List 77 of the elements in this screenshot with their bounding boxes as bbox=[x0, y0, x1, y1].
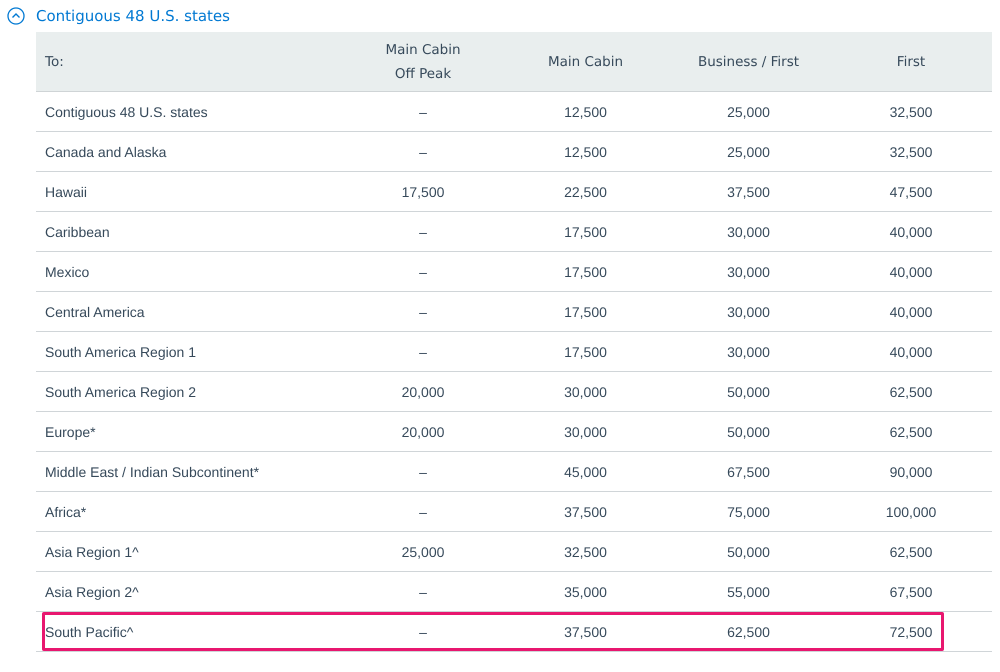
table-cell-text: 25,000 bbox=[726, 102, 771, 122]
table-cell-text: 22,500 bbox=[563, 182, 608, 202]
table-cell-text: 62,500 bbox=[888, 542, 934, 562]
chevron-up-circle-icon bbox=[7, 7, 25, 25]
column-header: Business / First bbox=[696, 52, 800, 72]
table-cell-text: Caribbean bbox=[44, 222, 111, 242]
table-cell-text: – bbox=[418, 302, 428, 322]
table-cell-text: 30,000 bbox=[726, 342, 771, 362]
column-header: Main Cabin Off Peak bbox=[384, 40, 462, 84]
table-cell-text: 30,000 bbox=[726, 302, 771, 322]
table-cell-text: Africa* bbox=[44, 502, 88, 522]
table-cell-text: 37,500 bbox=[726, 182, 771, 202]
table-cell-text: 17,500 bbox=[563, 302, 608, 322]
table-cell-text: – bbox=[418, 622, 428, 642]
table-cell-text: 40,000 bbox=[888, 302, 934, 322]
table-cell-text: – bbox=[418, 222, 428, 242]
column-header: First bbox=[896, 52, 926, 72]
table-cell-text: 45,000 bbox=[563, 462, 608, 482]
table-cell-text: 17,500 bbox=[400, 182, 446, 202]
table-cell-text: South America Region 2 bbox=[44, 382, 197, 402]
table-cell-text: 40,000 bbox=[888, 222, 934, 242]
table-cell-text: Central America bbox=[44, 302, 146, 322]
table-cell-text: Contiguous 48 U.S. states bbox=[44, 102, 209, 122]
table-cell-text: 50,000 bbox=[726, 382, 771, 402]
table-cell-text: Middle East / Indian Subcontinent* bbox=[44, 462, 260, 482]
table-cell-text: Europe* bbox=[44, 422, 97, 442]
table-cell-text: 47,500 bbox=[888, 182, 934, 202]
table-cell-text: 20,000 bbox=[400, 422, 446, 442]
table-cell-text: 90,000 bbox=[888, 462, 934, 482]
table-cell-text: Asia Region 1^ bbox=[44, 542, 140, 562]
table-cell-text: 62,500 bbox=[888, 422, 934, 442]
table-cell-text: 12,500 bbox=[563, 142, 608, 162]
table-cell-text: 62,500 bbox=[726, 622, 771, 642]
table-cell-text: 72,500 bbox=[888, 622, 934, 642]
table-cell-text: South America Region 1 bbox=[44, 342, 197, 362]
column-header: Main Cabin bbox=[546, 52, 624, 72]
table-cell-text: – bbox=[418, 342, 428, 362]
table-cell-text: 37,500 bbox=[563, 622, 608, 642]
table-cell-text: Hawaii bbox=[44, 182, 88, 202]
table-cell-text: – bbox=[418, 262, 428, 282]
table-cell-text: 30,000 bbox=[726, 222, 771, 242]
table-cell-text: 40,000 bbox=[888, 342, 934, 362]
table-cell-text: – bbox=[418, 582, 428, 602]
table-cell-text: 35,000 bbox=[563, 582, 608, 602]
table-cell-text: 25,000 bbox=[726, 142, 771, 162]
table-cell-text: 75,000 bbox=[726, 502, 771, 522]
table-cell-text: 55,000 bbox=[726, 582, 771, 602]
table-cell-text: Canada and Alaska bbox=[44, 142, 168, 162]
column-header: To: bbox=[44, 52, 65, 72]
table-cell-text: 12,500 bbox=[563, 102, 608, 122]
table-cell-text: 50,000 bbox=[726, 542, 771, 562]
table-cell-text: 67,500 bbox=[888, 582, 934, 602]
table-cell-text: 25,000 bbox=[400, 542, 446, 562]
table-cell-text: 37,500 bbox=[563, 502, 608, 522]
table-cell-text: – bbox=[418, 502, 428, 522]
table-cell-text: Mexico bbox=[44, 262, 90, 282]
table-cell-text: – bbox=[418, 102, 428, 122]
table-cell-text: 32,500 bbox=[888, 102, 934, 122]
table-cell-text: 17,500 bbox=[563, 222, 608, 242]
table-cell-text: – bbox=[418, 462, 428, 482]
table-cell-text: 50,000 bbox=[726, 422, 771, 442]
table-cell-text: 100,000 bbox=[884, 502, 938, 522]
table-cell-text: 17,500 bbox=[563, 262, 608, 282]
table-cell-text: 62,500 bbox=[888, 382, 934, 402]
table-cell-text: 32,500 bbox=[563, 542, 608, 562]
table-cell-text: 30,000 bbox=[563, 382, 608, 402]
table-cell-text: 67,500 bbox=[726, 462, 771, 482]
table-cell-text: 30,000 bbox=[726, 262, 771, 282]
table-cell-text: – bbox=[418, 142, 428, 162]
table-cell-text: 20,000 bbox=[400, 382, 446, 402]
table-cell-text: 17,500 bbox=[563, 342, 608, 362]
table-cell-text: 32,500 bbox=[888, 142, 934, 162]
section-toggle[interactable]: Contiguous 48 U.S. states bbox=[3, 7, 234, 25]
table-cell-text: 40,000 bbox=[888, 262, 934, 282]
table-cell-text: South Pacific^ bbox=[44, 622, 134, 642]
table-cell-text: 30,000 bbox=[563, 422, 608, 442]
table-cell-text: Asia Region 2^ bbox=[44, 582, 140, 602]
